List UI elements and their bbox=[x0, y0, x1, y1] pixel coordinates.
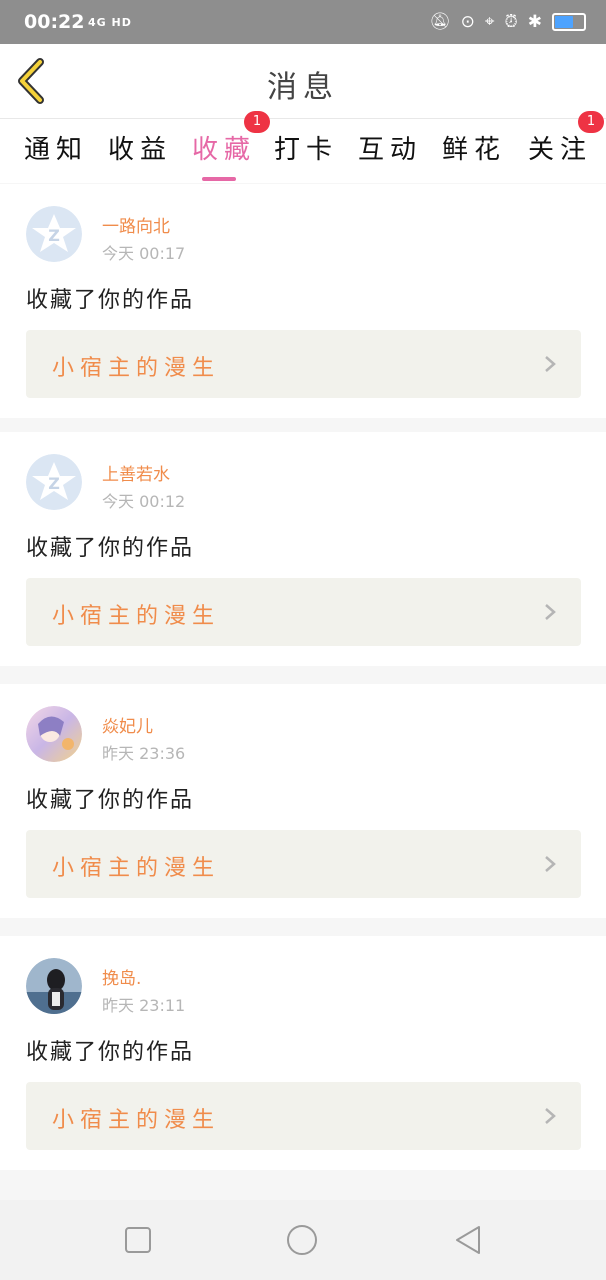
work-link[interactable]: 小宿主的漫生 bbox=[26, 578, 581, 646]
status-icons: 🔕︎ ⊙ ⌖ ⏰︎ ✱ bbox=[429, 12, 586, 32]
battery-icon bbox=[552, 13, 586, 31]
work-title: 小宿主的漫生 bbox=[52, 1108, 221, 1133]
message-text: 收藏了你的作品 bbox=[26, 788, 195, 813]
page-title: 消息 bbox=[267, 70, 339, 105]
favorites-badge: 1 bbox=[244, 111, 270, 133]
chevron-right-icon bbox=[545, 604, 556, 620]
recent-apps-icon[interactable] bbox=[124, 1226, 152, 1254]
message-time: 昨天 23:11 bbox=[102, 996, 186, 1015]
tab-earnings[interactable]: 收益 bbox=[108, 129, 172, 166]
system-nav-bar bbox=[0, 1200, 606, 1280]
status-bar: 00:22 4G HD 🔕︎ ⊙ ⌖ ⏰︎ ✱ bbox=[0, 0, 606, 44]
work-link[interactable]: 小宿主的漫生 bbox=[26, 830, 581, 898]
message-card: Z 上善若水 今天 00:12 收藏了你的作品 小宿主的漫生 bbox=[0, 432, 606, 666]
username[interactable]: 上善若水 bbox=[102, 460, 170, 485]
back-icon[interactable] bbox=[454, 1225, 482, 1255]
default-avatar-icon[interactable]: Z bbox=[26, 454, 82, 510]
work-link[interactable]: 小宿主的漫生 bbox=[26, 330, 581, 398]
mute-icon: 🔕︎ bbox=[429, 12, 451, 32]
tab-flowers[interactable]: 鲜花 bbox=[442, 129, 506, 166]
lock-icon: ⊙ bbox=[460, 12, 475, 32]
message-time: 昨天 23:36 bbox=[102, 744, 186, 763]
svg-text:Z: Z bbox=[48, 474, 60, 493]
work-title: 小宿主的漫生 bbox=[52, 856, 221, 881]
message-time: 今天 00:12 bbox=[102, 492, 186, 511]
tab-follow[interactable]: 关注 bbox=[528, 129, 592, 166]
tab-checkin[interactable]: 打卡 bbox=[274, 129, 338, 166]
message-card: 挽岛. 昨天 23:11 收藏了你的作品 小宿主的漫生 bbox=[0, 936, 606, 1170]
message-card: 焱妃儿 昨天 23:36 收藏了你的作品 小宿主的漫生 bbox=[0, 684, 606, 918]
work-title: 小宿主的漫生 bbox=[52, 604, 221, 629]
message-text: 收藏了你的作品 bbox=[26, 288, 195, 313]
message-text: 收藏了你的作品 bbox=[26, 536, 195, 561]
header: 消息 bbox=[0, 44, 606, 118]
tab-notifications[interactable]: 通知 bbox=[24, 129, 88, 166]
bluetooth-icon: ✱ bbox=[527, 12, 542, 32]
message-time: 今天 00:17 bbox=[102, 244, 186, 263]
alarm-icon: ⏰︎ bbox=[504, 12, 518, 32]
work-link[interactable]: 小宿主的漫生 bbox=[26, 1082, 581, 1150]
work-title: 小宿主的漫生 bbox=[52, 356, 221, 381]
message-text: 收藏了你的作品 bbox=[26, 1040, 195, 1065]
anime-avatar-icon[interactable] bbox=[26, 706, 82, 762]
svg-text:Z: Z bbox=[48, 226, 60, 245]
network-indicator: 4G HD bbox=[88, 16, 132, 29]
chevron-right-icon bbox=[545, 1108, 556, 1124]
follow-badge: 1 bbox=[578, 111, 604, 133]
active-tab-underline bbox=[202, 177, 236, 181]
photo-avatar-icon[interactable] bbox=[26, 958, 82, 1014]
location-icon: ⌖ bbox=[484, 12, 495, 32]
tab-interaction[interactable]: 互动 bbox=[358, 129, 422, 166]
home-icon[interactable] bbox=[286, 1224, 318, 1256]
tab-bar: 通知 收益 收藏 1 打卡 互动 鲜花 关注 1 bbox=[0, 111, 606, 183]
default-avatar-icon[interactable]: Z bbox=[26, 206, 82, 262]
tab-favorites[interactable]: 收藏 bbox=[192, 129, 256, 181]
username[interactable]: 一路向北 bbox=[102, 212, 170, 237]
chevron-right-icon bbox=[545, 856, 556, 872]
username[interactable]: 焱妃儿 bbox=[102, 712, 153, 737]
message-card: Z 一路向北 今天 00:17 收藏了你的作品 小宿主的漫生 bbox=[0, 184, 606, 418]
status-time: 00:22 bbox=[24, 11, 85, 33]
username[interactable]: 挽岛. bbox=[102, 964, 141, 989]
chevron-right-icon bbox=[545, 356, 556, 372]
